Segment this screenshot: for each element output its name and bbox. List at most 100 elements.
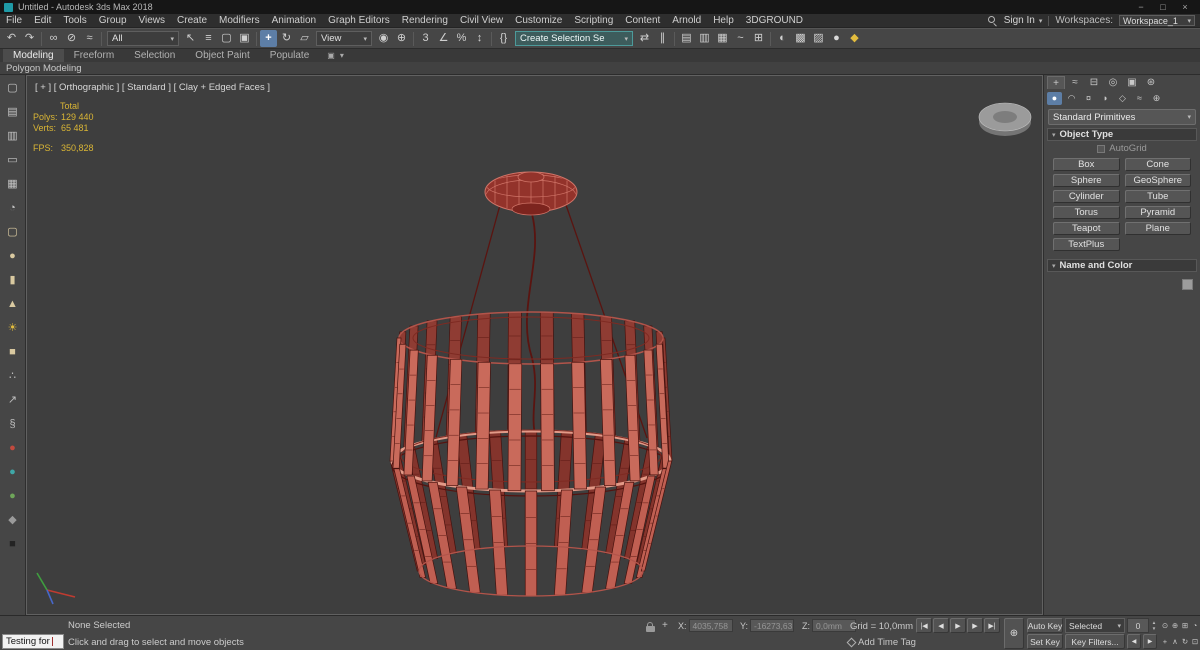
sphere-button[interactable]: Sphere: [1053, 174, 1120, 187]
select-object-icon[interactable]: ↖: [182, 30, 199, 47]
window-crossing-icon[interactable]: ▣: [236, 30, 253, 47]
workspace-dropdown[interactable]: Workspace_1 ▾: [1119, 15, 1195, 26]
spinner-snap-icon[interactable]: ↕: [471, 30, 488, 47]
menu-civil-view[interactable]: Civil View: [454, 14, 509, 27]
utilities-tab[interactable]: ⊛: [1142, 76, 1160, 89]
polygon-modeling-panel[interactable]: Polygon Modeling: [6, 63, 82, 74]
display-panel-icon[interactable]: ▥: [5, 128, 21, 144]
play-icon[interactable]: ▶: [950, 618, 966, 633]
previous-frame-icon[interactable]: ◀: [933, 618, 949, 633]
menu-customize[interactable]: Customize: [509, 14, 568, 27]
select-region-icon[interactable]: ▢: [5, 80, 21, 96]
dark-swatch-icon[interactable]: ■: [5, 536, 21, 552]
maximize-viewport-icon[interactable]: ⊡: [1190, 634, 1200, 649]
tab-populate[interactable]: Populate: [260, 49, 319, 62]
percent-snap-icon[interactable]: %: [453, 30, 470, 47]
schematic-view-icon[interactable]: ⊞: [750, 30, 767, 47]
script-listener-overlay[interactable]: Testing for: [2, 634, 64, 649]
ribbon-display-toggle-icon[interactable]: ▣: [327, 51, 335, 60]
systems-category-icon[interactable]: ⊕: [1149, 92, 1164, 105]
set-keys-button[interactable]: ⊕: [1004, 618, 1024, 649]
mirror-icon[interactable]: ⇄: [636, 30, 653, 47]
plane-button[interactable]: Plane: [1124, 222, 1191, 235]
chandelier-model[interactable]: [389, 171, 673, 597]
create-tab[interactable]: +: [1047, 76, 1065, 89]
undo-icon[interactable]: ↶: [3, 30, 20, 47]
rendered-frame-window-icon[interactable]: ▨: [810, 30, 827, 47]
motion-tab[interactable]: ◎: [1104, 76, 1122, 89]
zoom-icon[interactable]: ⊙: [1160, 618, 1170, 633]
angle-snap-icon[interactable]: ∠: [435, 30, 452, 47]
menu-animation[interactable]: Animation: [266, 14, 322, 27]
menu-help[interactable]: Help: [707, 14, 740, 27]
red-material-icon[interactable]: ●: [5, 440, 21, 456]
named-selection-set-dropdown[interactable]: Create Selection Se ▾: [515, 31, 633, 46]
geometry-category-icon[interactable]: ●: [1047, 91, 1062, 105]
reference-coordinate-dropdown[interactable]: View ▾: [316, 31, 372, 46]
hierarchy-tab[interactable]: ⊟: [1085, 76, 1103, 89]
layer-explorer-icon[interactable]: ▤: [678, 30, 695, 47]
frame-spinner[interactable]: ▲ ▼: [1150, 618, 1158, 633]
menu-modifiers[interactable]: Modifiers: [213, 14, 266, 27]
green-helper-icon[interactable]: ●: [5, 488, 21, 504]
tab-freeform[interactable]: Freeform: [64, 49, 125, 62]
cylinder-button[interactable]: Cylinder: [1053, 190, 1120, 203]
use-pivot-center-icon[interactable]: ◉: [375, 30, 392, 47]
minimize-button[interactable]: −: [1130, 1, 1152, 14]
select-and-link-icon[interactable]: ∞: [45, 30, 62, 47]
lights-category-icon[interactable]: ¤: [1081, 92, 1096, 105]
scatter-tool-icon[interactable]: ∴: [5, 368, 21, 384]
key-filters-button[interactable]: Key Filters...: [1065, 634, 1125, 649]
orbit-icon[interactable]: ↻: [1180, 634, 1190, 649]
autogrid-checkbox[interactable]: [1097, 144, 1106, 153]
x-coordinate-field[interactable]: 4035,758: [688, 619, 733, 632]
display-tab[interactable]: ▣: [1123, 76, 1141, 89]
viewport-label[interactable]: [ + ] [ Orthographic ] [ Standard ] [ Cl…: [35, 82, 270, 93]
menu-content[interactable]: Content: [619, 14, 666, 27]
next-frame-icon[interactable]: ▶: [967, 618, 983, 633]
tab-modeling[interactable]: Modeling: [3, 49, 64, 62]
box-primitive-icon[interactable]: ▢: [5, 224, 21, 240]
primitives-dropdown[interactable]: Standard Primitives ▾: [1048, 109, 1196, 125]
pyramid-button[interactable]: Pyramid: [1124, 206, 1191, 219]
ruler-icon[interactable]: ▭: [5, 152, 21, 168]
menu-edit[interactable]: Edit: [28, 14, 57, 27]
go-to-start-icon[interactable]: |◀: [916, 618, 932, 633]
modify-tab[interactable]: ≈: [1066, 76, 1084, 89]
render-teapot-icon[interactable]: ◆: [846, 30, 863, 47]
go-to-end-icon[interactable]: ▶|: [984, 618, 1000, 633]
search-icon[interactable]: [987, 15, 998, 26]
render-production-icon[interactable]: ●: [828, 30, 845, 47]
menu-group[interactable]: Group: [93, 14, 133, 27]
shapes-category-icon[interactable]: ◠: [1064, 92, 1079, 105]
cameras-category-icon[interactable]: ◗: [1098, 92, 1113, 105]
material-editor-icon[interactable]: ◐: [774, 30, 791, 47]
key-selection-dropdown[interactable]: Selected ▾: [1065, 618, 1125, 633]
walk-through-icon[interactable]: ∧: [1170, 634, 1180, 649]
viewport[interactable]: [ + ] [ Orthographic ] [ Standard ] [ Cl…: [26, 75, 1043, 615]
fov-icon[interactable]: ◔: [1190, 618, 1200, 633]
textplus-button[interactable]: TextPlus: [1053, 238, 1120, 251]
redo-icon[interactable]: ↷: [21, 30, 38, 47]
zoom-all-icon[interactable]: ⊕: [1170, 618, 1180, 633]
sphere-primitive-icon[interactable]: ●: [5, 248, 21, 264]
align-icon[interactable]: ∥: [654, 30, 671, 47]
spinner-down-icon[interactable]: ▼: [1152, 626, 1156, 631]
menu-file[interactable]: File: [0, 14, 28, 27]
menu-create[interactable]: Create: [171, 14, 213, 27]
box-button[interactable]: Box: [1053, 158, 1120, 171]
menu-graph-editors[interactable]: Graph Editors: [322, 14, 396, 27]
selection-lock-icon[interactable]: [646, 622, 657, 632]
geosphere-button[interactable]: GeoSphere: [1124, 174, 1191, 187]
teapot-button[interactable]: Teapot: [1053, 222, 1120, 235]
camera-tool-icon[interactable]: ◔: [5, 200, 21, 216]
select-and-manipulate-icon[interactable]: ⊕: [393, 30, 410, 47]
select-and-move-icon[interactable]: +: [260, 30, 277, 47]
y-coordinate-field[interactable]: -16273,63: [750, 619, 795, 632]
selection-filter-dropdown[interactable]: All ▾: [107, 31, 179, 46]
menu-tools[interactable]: Tools: [57, 14, 92, 27]
cube-tool-icon[interactable]: ■: [5, 344, 21, 360]
auto-key-button[interactable]: Auto Key: [1027, 618, 1063, 633]
menu-3dground[interactable]: 3DGROUND: [740, 14, 809, 27]
gray-diamond-icon[interactable]: ◆: [5, 512, 21, 528]
